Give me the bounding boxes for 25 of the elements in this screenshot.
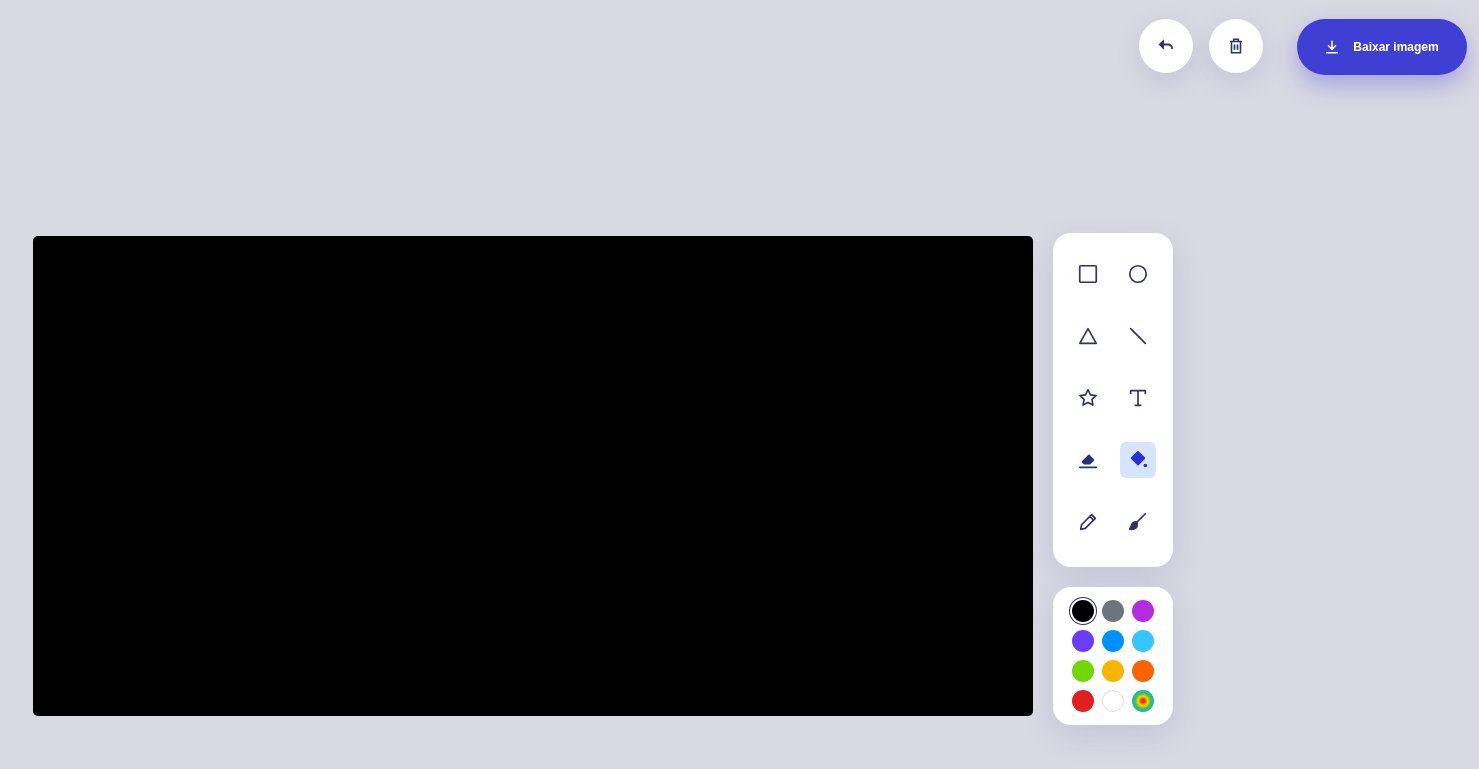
text-icon	[1127, 387, 1149, 409]
color-swatch[interactable]	[1102, 600, 1124, 622]
color-swatch[interactable]	[1102, 660, 1124, 682]
color-swatch[interactable]	[1132, 630, 1154, 652]
color-swatch[interactable]	[1132, 660, 1154, 682]
square-icon	[1077, 263, 1099, 285]
trash-icon	[1227, 37, 1245, 55]
delete-button[interactable]	[1209, 19, 1263, 73]
circle-icon	[1127, 263, 1149, 285]
tool-button[interactable]	[1120, 442, 1156, 478]
color-picker[interactable]	[1132, 690, 1154, 712]
line-icon	[1127, 325, 1149, 347]
color-swatch[interactable]	[1132, 600, 1154, 622]
brush-icon	[1127, 511, 1149, 533]
color-swatch[interactable]	[1102, 690, 1124, 712]
color-swatch[interactable]	[1072, 660, 1094, 682]
triangle-icon	[1077, 325, 1099, 347]
color-swatch[interactable]	[1072, 600, 1094, 622]
download-button[interactable]: Baixar imagem	[1297, 19, 1467, 75]
pencil-icon	[1077, 511, 1099, 533]
color-swatch[interactable]	[1072, 690, 1094, 712]
star-icon	[1077, 387, 1099, 409]
color-swatch[interactable]	[1102, 630, 1124, 652]
download-icon	[1325, 40, 1340, 54]
color-swatch[interactable]	[1072, 630, 1094, 652]
